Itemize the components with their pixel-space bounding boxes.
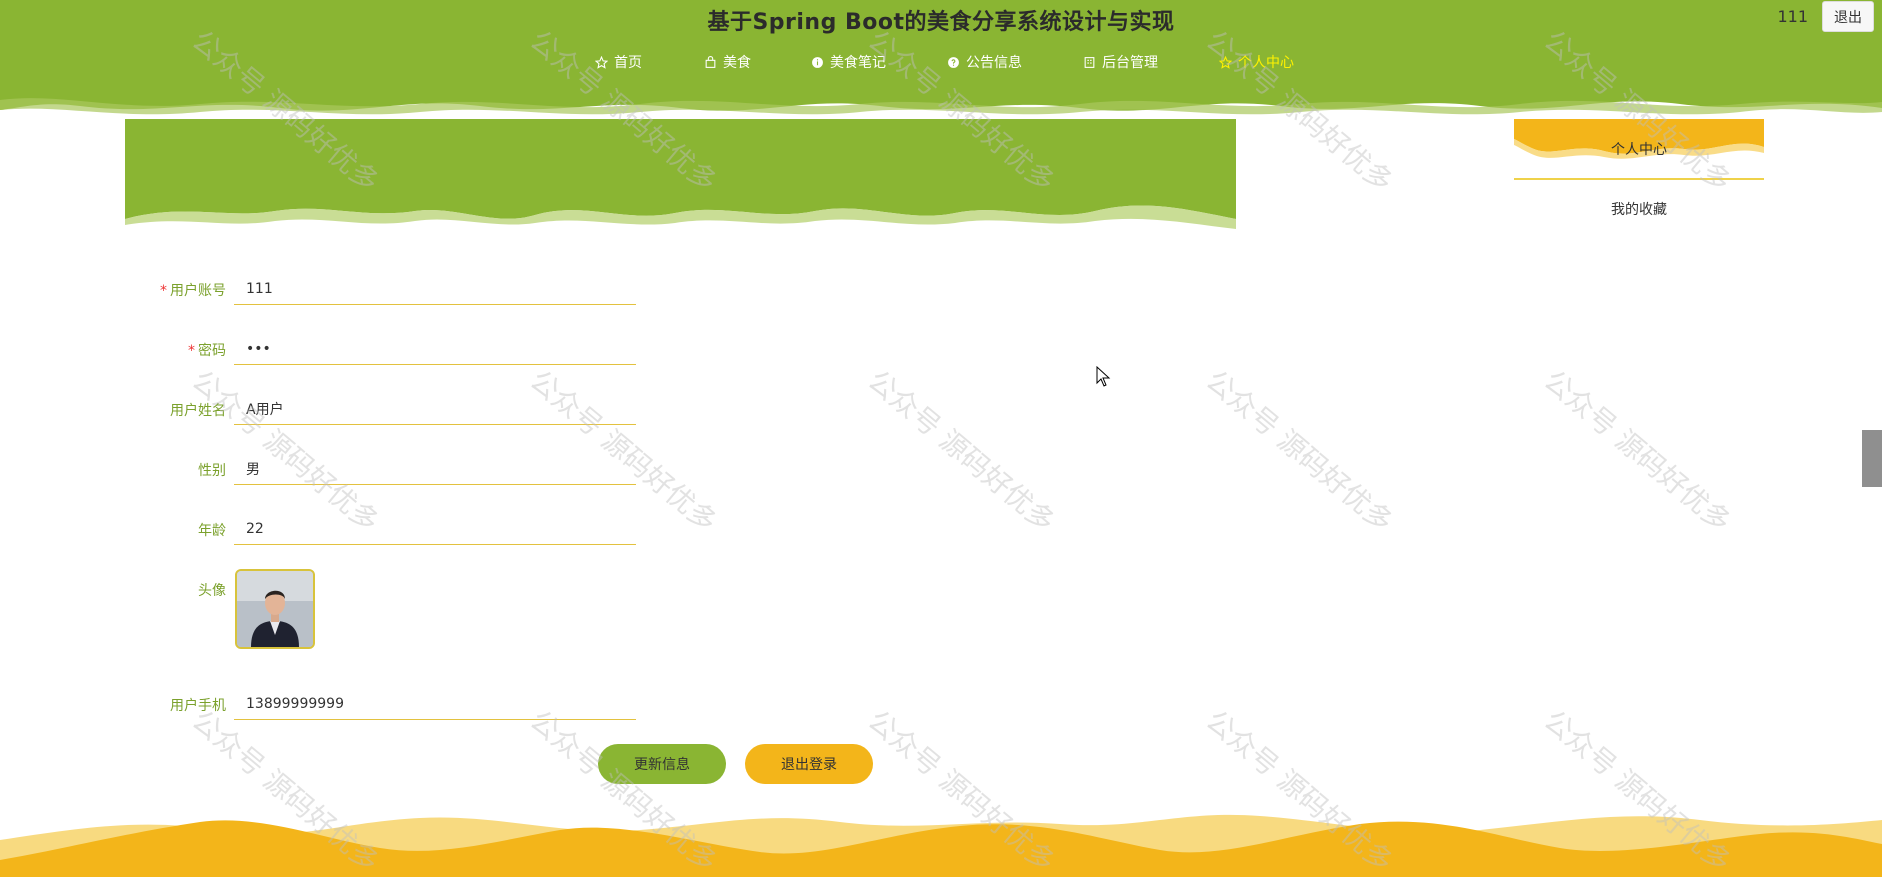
star-outline-icon [1218, 55, 1232, 69]
nav-item-personal-center[interactable]: 个人中心 [1218, 50, 1294, 74]
watermark: 公众号 源码好优多 [1537, 363, 1738, 539]
form-row-name: 用户姓名 A用户 [140, 393, 636, 425]
nav-item-admin[interactable]: 后台管理 [1082, 50, 1158, 74]
mouse-cursor-icon [1096, 366, 1111, 387]
info-circle-icon [810, 55, 824, 69]
site-title: 基于Spring Boot的美食分享系统设计与实现 [707, 10, 1175, 35]
building-icon [1082, 55, 1096, 69]
form-row-age: 年龄 22 [140, 513, 636, 545]
current-user-name: 111 [1777, 7, 1808, 26]
main-nav: 首页 美食 美食笔记 公告信息 后台管理 个人中心 [0, 50, 1882, 74]
nav-item-label: 个人中心 [1238, 55, 1294, 71]
form-row-account: * 用户账号 111 [140, 273, 636, 305]
question-circle-icon [946, 55, 960, 69]
account-input[interactable]: 111 [234, 273, 636, 305]
nav-item-home[interactable]: 首页 [594, 50, 642, 74]
logout-account-button[interactable]: 退出登录 [745, 744, 873, 784]
logout-button[interactable]: 退出 [1822, 1, 1874, 32]
form-row-password: * 密码 ••• [140, 333, 636, 365]
nav-item-label: 美食笔记 [830, 55, 886, 71]
form-row-avatar: 头像 [140, 573, 636, 605]
gender-input[interactable]: 男 [234, 453, 636, 485]
side-menu: 个人中心 我的收藏 [1514, 119, 1764, 229]
side-menu-title: 个人中心 [1611, 142, 1667, 158]
avatar-person-icon [237, 571, 313, 647]
watermark: 公众号 源码好优多 [861, 363, 1062, 539]
update-info-button[interactable]: 更新信息 [598, 744, 726, 784]
account-label-text: 用户账号 [170, 283, 226, 299]
banner [125, 119, 1236, 229]
age-label: 年龄 [198, 523, 226, 539]
header: 基于Spring Boot的美食分享系统设计与实现 111 退出 首页 美食 美… [0, 0, 1882, 120]
nav-item-label: 首页 [614, 55, 642, 71]
nav-item-food-notes[interactable]: 美食笔记 [810, 50, 886, 74]
nav-item-announcements[interactable]: 公告信息 [946, 50, 1022, 74]
password-label-text: 密码 [198, 343, 226, 359]
password-input[interactable]: ••• [234, 333, 636, 365]
form-row-gender: 性别 男 [140, 453, 636, 485]
name-label: 用户姓名 [170, 403, 226, 419]
avatar-label: 头像 [198, 583, 226, 599]
watermark: 公众号 源码好优多 [1199, 363, 1400, 539]
name-input[interactable]: A用户 [234, 393, 636, 425]
nav-item-label: 后台管理 [1102, 55, 1158, 71]
age-input[interactable]: 22 [234, 513, 636, 545]
required-marker: * [188, 343, 195, 359]
star-outline-icon [594, 55, 608, 69]
password-label: * 密码 [140, 340, 226, 360]
gender-label: 性别 [198, 463, 226, 479]
phone-label: 用户手机 [170, 698, 226, 714]
footer-waves [0, 814, 1882, 877]
required-marker: * [160, 283, 167, 299]
side-menu-item-favorites[interactable]: 我的收藏 [1514, 199, 1764, 219]
phone-input[interactable]: 13899999999 [234, 688, 636, 720]
nav-item-label: 美食 [723, 55, 751, 71]
avatar-image[interactable] [235, 569, 315, 649]
form-row-phone: 用户手机 13899999999 [140, 688, 636, 720]
bag-icon [703, 55, 717, 69]
side-menu-divider [1514, 178, 1764, 180]
nav-item-food[interactable]: 美食 [703, 50, 751, 74]
nav-item-label: 公告信息 [966, 55, 1022, 71]
scrollbar-thumb[interactable] [1862, 430, 1882, 487]
account-label: * 用户账号 [140, 280, 226, 300]
